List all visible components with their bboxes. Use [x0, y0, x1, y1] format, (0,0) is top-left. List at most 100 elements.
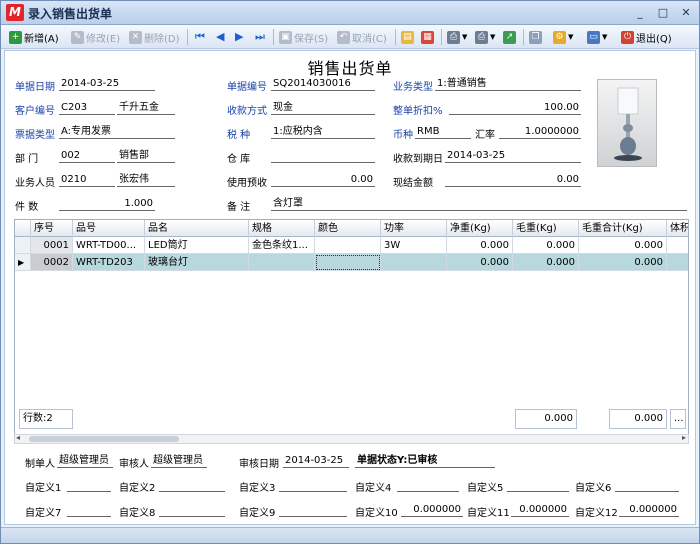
cell-netweight[interactable]: 0.000 — [447, 237, 513, 254]
custom12-field[interactable]: 0.000000 — [619, 503, 679, 517]
remark-field[interactable]: 含灯罩 — [271, 197, 687, 211]
docno-field[interactable]: SQ2014030016 — [271, 77, 375, 91]
auditor-field: 超级管理员 — [151, 454, 207, 468]
scroll-right-icon[interactable]: ▸ — [682, 433, 686, 442]
col-header-code[interactable]: 品号 — [73, 220, 145, 237]
maximize-icon[interactable]: □ — [656, 7, 670, 19]
custom8-field[interactable] — [159, 503, 225, 517]
cell-spec[interactable] — [249, 254, 315, 271]
cell-color-focused[interactable] — [315, 254, 381, 271]
cell-grossweight[interactable]: 0.000 — [513, 237, 579, 254]
qty-field[interactable]: 1.000 — [59, 197, 155, 211]
toolbar-separator — [523, 29, 524, 45]
col-header-netweight[interactable]: 净重(Kg) — [447, 220, 513, 237]
col-header-name[interactable]: 品名 — [145, 220, 249, 237]
status-field: 单据状态Y:已审核 — [355, 454, 495, 468]
scroll-left-icon[interactable]: ◂ — [16, 433, 20, 442]
col-header-seq[interactable]: 序号 — [31, 220, 73, 237]
toolbar: + 新增(A) ✎ 修改(E) ✕ 删除(D) ⏮ ◀ ▶ ⏭ ▣ 保存(S) … — [1, 25, 699, 49]
edit-button[interactable]: ✎ 修改(E) — [71, 28, 120, 46]
last-record-icon[interactable]: ⏭ — [255, 30, 265, 44]
custom3-field[interactable] — [279, 478, 347, 492]
rate-field[interactable]: 1.0000000 — [499, 125, 581, 139]
date-field[interactable]: 2014-03-25 — [59, 77, 155, 91]
col-header-spec[interactable]: 规格 — [249, 220, 315, 237]
duedate-field[interactable]: 2014-03-25 — [445, 149, 581, 163]
more-button[interactable]: ... — [670, 409, 686, 429]
staff-code-field[interactable]: 0210 — [59, 173, 115, 187]
dept-name-field[interactable]: 销售部 — [117, 149, 175, 163]
custom11-field[interactable]: 0.000000 — [511, 503, 569, 517]
close-icon[interactable]: ✕ — [679, 7, 693, 19]
cell-grossweight[interactable]: 0.000 — [513, 254, 579, 271]
custom4-field[interactable] — [397, 478, 459, 492]
settle-field[interactable]: 0.00 — [445, 173, 581, 187]
horizontal-scrollbar[interactable]: ◂ ▸ — [14, 433, 689, 444]
settings-button[interactable]: ⚙ ▼ — [553, 28, 573, 46]
cell-name[interactable]: 玻璃台灯 — [145, 254, 249, 271]
custname-field[interactable]: 千升五金 — [117, 101, 175, 115]
cell-grosstotal[interactable]: 0.000 — [579, 237, 667, 254]
cell-power[interactable]: 3W — [381, 237, 447, 254]
first-record-icon[interactable]: ⏮ — [195, 30, 205, 44]
currency-field[interactable]: RMB — [415, 125, 471, 139]
cell-grosstotal[interactable]: 0.000 — [579, 254, 667, 271]
cancel-button[interactable]: ↶ 取消(C) — [337, 28, 387, 46]
custom2-field[interactable] — [159, 478, 225, 492]
layout-button[interactable]: ▭ ▼ — [587, 28, 607, 46]
custom9-field[interactable] — [279, 503, 347, 517]
table-row[interactable]: 0001 WRT-TD00... LED筒灯 金色条纹1... 3W 0.000… — [15, 237, 688, 254]
copy-button[interactable]: ❐ — [529, 28, 542, 46]
toolbar-separator — [273, 29, 274, 45]
cell-power[interactable] — [381, 254, 447, 271]
cell-volume[interactable] — [667, 254, 688, 271]
cell-spec[interactable]: 金色条纹1... — [249, 237, 315, 254]
custom10-field[interactable]: 0.000000 — [401, 503, 463, 517]
save-button[interactable]: ▣ 保存(S) — [279, 28, 328, 46]
cell-netweight[interactable]: 0.000 — [447, 254, 513, 271]
cell-color[interactable] — [315, 237, 381, 254]
cell-volume[interactable] — [667, 237, 688, 254]
prev-record-icon[interactable]: ◀ — [216, 30, 224, 43]
cancel-icon: ↶ — [337, 30, 350, 44]
col-header-grossweight[interactable]: 毛重(Kg) — [513, 220, 579, 237]
custom5-field[interactable] — [507, 478, 569, 492]
folder-button[interactable]: ▤ — [401, 28, 414, 46]
export-button[interactable]: ↗ — [503, 28, 516, 46]
cell-seq[interactable]: 0001 — [31, 237, 73, 254]
warehouse-field[interactable] — [271, 149, 375, 163]
tax-field[interactable]: 1:应税内含 — [271, 125, 375, 139]
exit-button[interactable]: ⏻ 退出(Q) — [621, 28, 672, 46]
col-header-grosstotal[interactable]: 毛重合计(Kg) — [579, 220, 667, 237]
col-header-power[interactable]: 功率 — [381, 220, 447, 237]
custom7-field[interactable] — [67, 503, 111, 517]
cell-code[interactable]: WRT-TD203 — [73, 254, 145, 271]
window-title: 录入销售出货单 — [28, 7, 113, 21]
col-header-volume[interactable]: 体积 — [667, 220, 688, 237]
custom1-field[interactable] — [67, 478, 111, 492]
discount-field[interactable]: 100.00 — [449, 101, 581, 115]
minimize-icon[interactable]: _ — [633, 7, 647, 19]
report-button[interactable]: ▦ — [421, 28, 434, 46]
exit-icon: ⏻ — [621, 30, 634, 44]
payway-field[interactable]: 现金 — [271, 101, 375, 115]
new-button[interactable]: + 新增(A) — [9, 28, 59, 46]
print-button[interactable]: ⎙ ▼ — [447, 28, 467, 46]
cell-code[interactable]: WRT-TD00... — [73, 237, 145, 254]
biztype-field[interactable]: 1:普通销售 — [435, 77, 581, 91]
custom6-field[interactable] — [615, 478, 679, 492]
cell-name[interactable]: LED筒灯 — [145, 237, 249, 254]
dept-code-field[interactable]: 002 — [59, 149, 115, 163]
next-record-icon[interactable]: ▶ — [235, 30, 243, 43]
invtype-field[interactable]: A:专用发票 — [59, 125, 175, 139]
prepay-field[interactable]: 0.00 — [271, 173, 375, 187]
scroll-thumb[interactable] — [29, 436, 179, 442]
detail-grid[interactable]: 序号 品号 品名 规格 颜色 功率 净重(Kg) 毛重(Kg) 毛重合计(Kg)… — [14, 219, 689, 442]
preview-button[interactable]: ⎙ ▼ — [475, 28, 495, 46]
table-row-selected[interactable]: ▶ 0002 WRT-TD203 玻璃台灯 0.000 0.000 0.000 — [15, 254, 688, 271]
staff-name-field[interactable]: 张宏伟 — [117, 173, 175, 187]
col-header-color[interactable]: 颜色 — [315, 220, 381, 237]
custno-field[interactable]: C203 — [59, 101, 115, 115]
delete-button[interactable]: ✕ 删除(D) — [129, 28, 180, 46]
cell-seq[interactable]: 0002 — [31, 254, 73, 271]
